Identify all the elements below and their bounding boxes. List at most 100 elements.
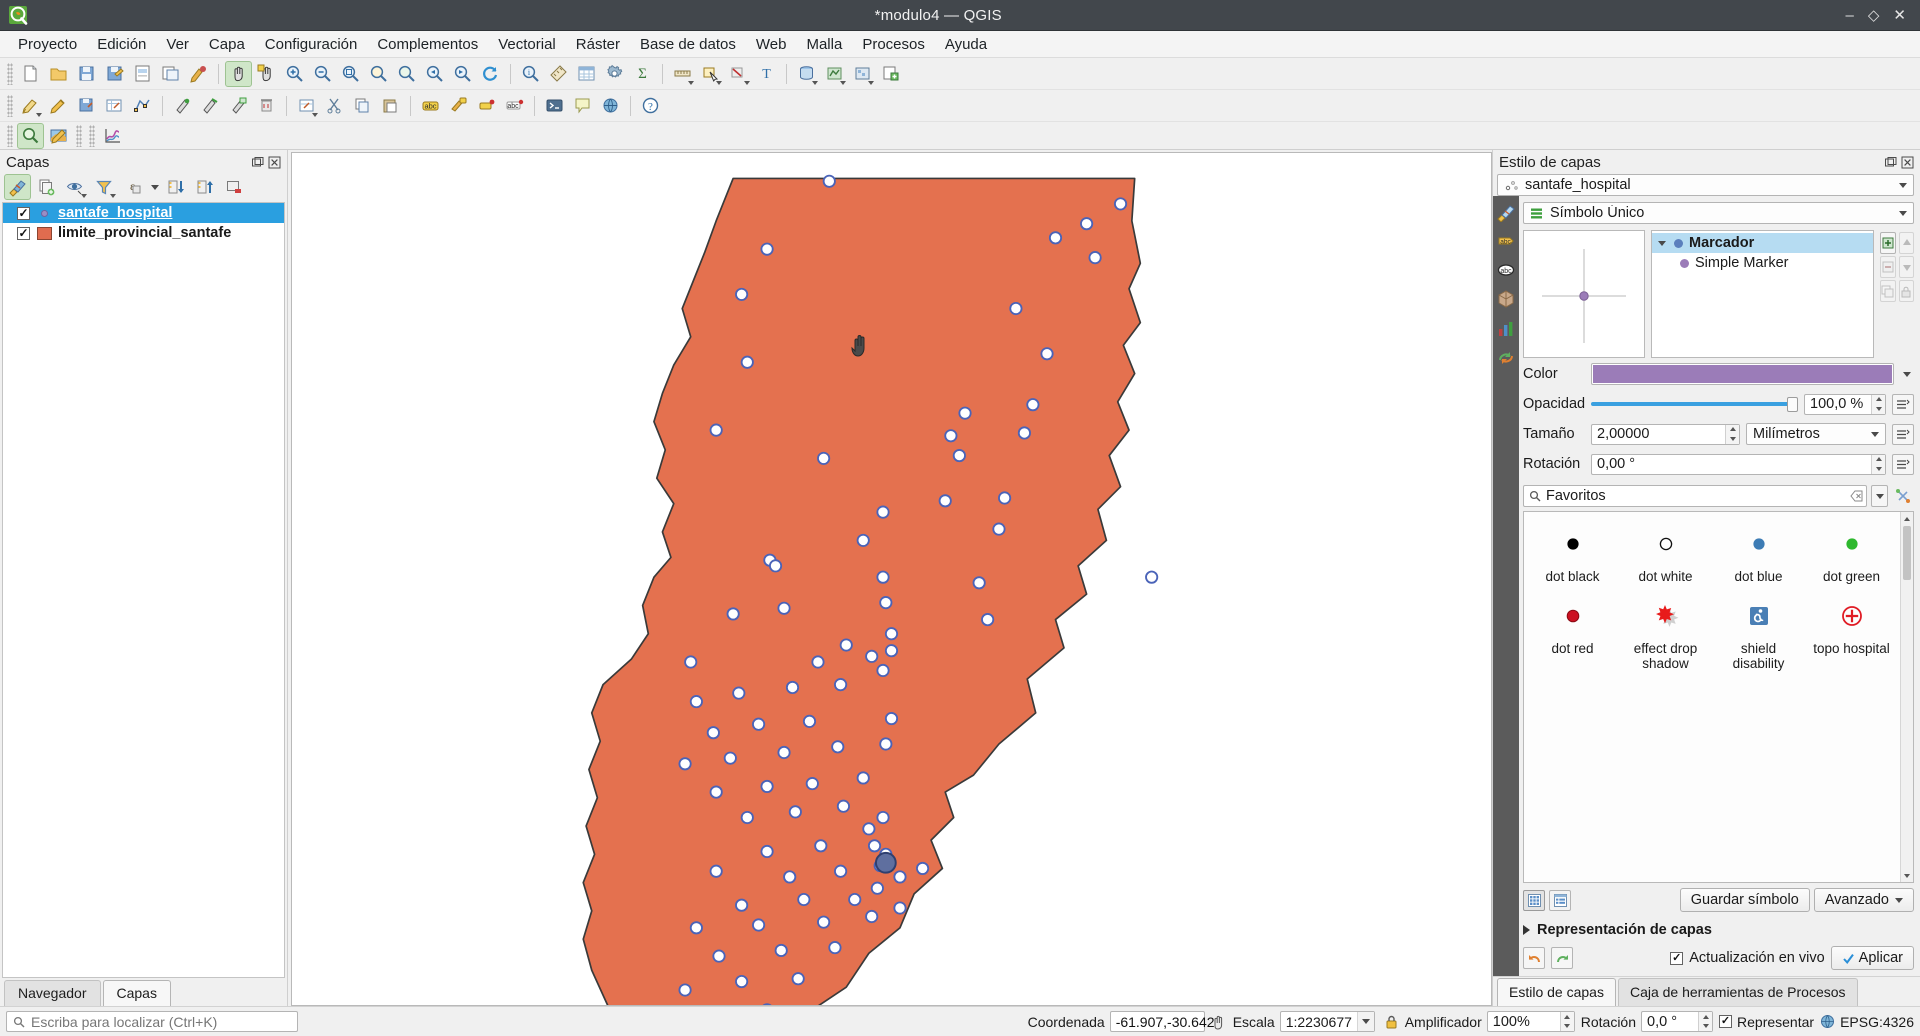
pan-map-icon[interactable] <box>225 60 252 87</box>
tab-caja-de-herramientas[interactable]: Caja de herramientas de Procesos <box>1617 978 1858 1006</box>
close-panel-button[interactable] <box>1901 156 1914 169</box>
add-point-feature-icon[interactable] <box>169 93 196 119</box>
symbol-layer-tree[interactable]: Marcador Simple Marker <box>1651 230 1874 358</box>
opacity-slider[interactable] <box>1591 394 1798 414</box>
show-hide-labels-icon[interactable]: abc <box>501 93 528 119</box>
close-button[interactable]: ✕ <box>1893 8 1906 23</box>
color-swatch[interactable] <box>1593 365 1892 383</box>
duplicate-symbol-layer-button[interactable] <box>1880 280 1896 302</box>
lock-button[interactable] <box>1898 280 1914 302</box>
processing-toolbox-icon[interactable] <box>601 61 628 87</box>
menu-capa[interactable]: Capa <box>199 33 255 56</box>
crs-display[interactable]: EPSG:4326 <box>1820 1014 1914 1030</box>
symbol-search-input[interactable]: Favoritos <box>1523 485 1867 507</box>
show-map-tips-icon[interactable] <box>569 93 596 119</box>
menu-configuracion[interactable]: Configuración <box>255 33 368 56</box>
tab-navegador[interactable]: Navegador <box>4 980 101 1006</box>
list-view-icon[interactable] <box>1549 889 1571 911</box>
size-data-defined-override-button[interactable] <box>1892 423 1914 445</box>
statistical-summary-icon[interactable]: Σ <box>629 61 656 87</box>
close-panel-button[interactable] <box>268 156 281 169</box>
lock-icon[interactable] <box>1384 1014 1399 1030</box>
renderer-type-combo[interactable]: Símbolo Único <box>1523 202 1914 224</box>
add-line-feature-icon[interactable] <box>197 93 224 119</box>
tab-capas[interactable]: Capas <box>102 980 171 1006</box>
symbol-item-shield-disability[interactable]: shield disability <box>1712 592 1805 679</box>
new-shapefile-layer-icon[interactable] <box>877 61 904 87</box>
help-icon[interactable]: ? <box>637 93 664 119</box>
chevron-down-icon[interactable] <box>1867 424 1883 444</box>
render-toggle[interactable]: Representar <box>1719 1014 1814 1030</box>
scroll-down-icon[interactable] <box>1901 869 1913 882</box>
menu-web[interactable]: Web <box>746 33 797 56</box>
symbol-tree-node-marcador[interactable]: Marcador <box>1652 233 1873 253</box>
toggle-editing-icon[interactable] <box>45 93 72 119</box>
plugin-painter-icon[interactable] <box>45 123 72 149</box>
save-project-as-icon[interactable] <box>101 61 128 87</box>
magnifier-spinbox[interactable]: 100% <box>1486 1011 1575 1032</box>
layer-row-santafe-hospital[interactable]: santafe_hospital <box>3 203 284 223</box>
web-map-icon[interactable] <box>597 93 624 119</box>
menu-raster[interactable]: Ráster <box>566 33 630 56</box>
symbol-item-dot-red[interactable]: dot red <box>1526 592 1619 679</box>
vertex-tool-icon[interactable] <box>129 93 156 119</box>
diagrams-icon[interactable] <box>1496 318 1516 338</box>
profile-tool-icon[interactable] <box>99 123 126 149</box>
expand-all-icon[interactable] <box>163 174 190 200</box>
new-project-icon[interactable] <box>17 61 44 87</box>
save-symbol-button[interactable]: Guardar símbolo <box>1679 888 1810 912</box>
labels-icon[interactable]: abc <box>1496 231 1516 251</box>
filter-legend-icon[interactable] <box>91 174 118 200</box>
locator-search-input[interactable]: Escriba para localizar (Ctrl+K) <box>6 1011 298 1032</box>
scrollbar-thumb[interactable] <box>1903 526 1911 580</box>
open-project-icon[interactable] <box>45 61 72 87</box>
redo-icon[interactable] <box>1551 947 1573 969</box>
menu-malla[interactable]: Malla <box>796 33 852 56</box>
tab-estilo-de-capas[interactable]: Estilo de capas <box>1497 978 1616 1006</box>
add-symbol-layer-button[interactable] <box>1880 232 1896 254</box>
toggle-extents-icon[interactable] <box>1210 1013 1227 1030</box>
expression-filter-dropdown[interactable] <box>149 174 161 200</box>
move-up-button[interactable] <box>1899 232 1914 254</box>
rotation-spinbox[interactable]: 0,00 ° <box>1591 453 1886 475</box>
paste-features-icon[interactable] <box>377 93 404 119</box>
minimize-button[interactable]: – <box>1846 8 1854 23</box>
grid-view-icon[interactable] <box>1523 889 1545 911</box>
map-canvas[interactable] <box>291 152 1492 1006</box>
expression-filter-icon[interactable]: ε <box>120 174 147 200</box>
menu-base-de-datos[interactable]: Base de datos <box>630 33 746 56</box>
toolbar-grip[interactable] <box>7 94 13 117</box>
save-project-icon[interactable] <box>73 61 100 87</box>
highlight-pinned-labels-icon[interactable] <box>445 93 472 119</box>
select-features-icon[interactable] <box>697 61 724 87</box>
3d-view-icon[interactable] <box>1496 289 1516 309</box>
symbology-icon[interactable] <box>1496 202 1516 222</box>
apply-button[interactable]: Aplicar <box>1830 946 1914 970</box>
measure-line-icon[interactable] <box>545 61 572 87</box>
layer-visibility-checkbox[interactable] <box>17 206 30 220</box>
add-to-favorites-icon[interactable] <box>1892 485 1914 507</box>
undock-panel-button[interactable] <box>1884 156 1897 169</box>
toolbar-grip[interactable] <box>76 124 82 147</box>
undo-icon[interactable] <box>1523 947 1545 969</box>
remove-symbol-layer-button[interactable] <box>1880 256 1896 278</box>
chevron-down-icon[interactable] <box>1356 1012 1374 1031</box>
chevron-down-icon[interactable] <box>1895 203 1911 223</box>
symbol-item-dot-white[interactable]: dot white <box>1619 520 1712 592</box>
zoom-last-icon[interactable] <box>421 61 448 87</box>
zoom-in-icon[interactable] <box>281 61 308 87</box>
current-edits-icon[interactable] <box>17 93 44 119</box>
zoom-to-layer-icon[interactable] <box>393 61 420 87</box>
symbol-item-dot-blue[interactable]: dot blue <box>1712 520 1805 592</box>
style-manager-icon[interactable] <box>185 61 212 87</box>
size-unit-combo[interactable]: Milímetros <box>1746 423 1886 445</box>
gallery-scrollbar[interactable] <box>1900 512 1913 882</box>
symbol-item-dot-black[interactable]: dot black <box>1526 520 1619 592</box>
add-group-icon[interactable] <box>33 174 60 200</box>
collapse-all-icon[interactable] <box>192 174 219 200</box>
color-dropdown-icon[interactable] <box>1900 371 1914 377</box>
menu-vectorial[interactable]: Vectorial <box>488 33 566 56</box>
menu-ver[interactable]: Ver <box>156 33 199 56</box>
pin-labels-icon[interactable] <box>473 93 500 119</box>
symbol-gallery[interactable]: dot black dot white dot blue dot green d… <box>1523 511 1914 883</box>
